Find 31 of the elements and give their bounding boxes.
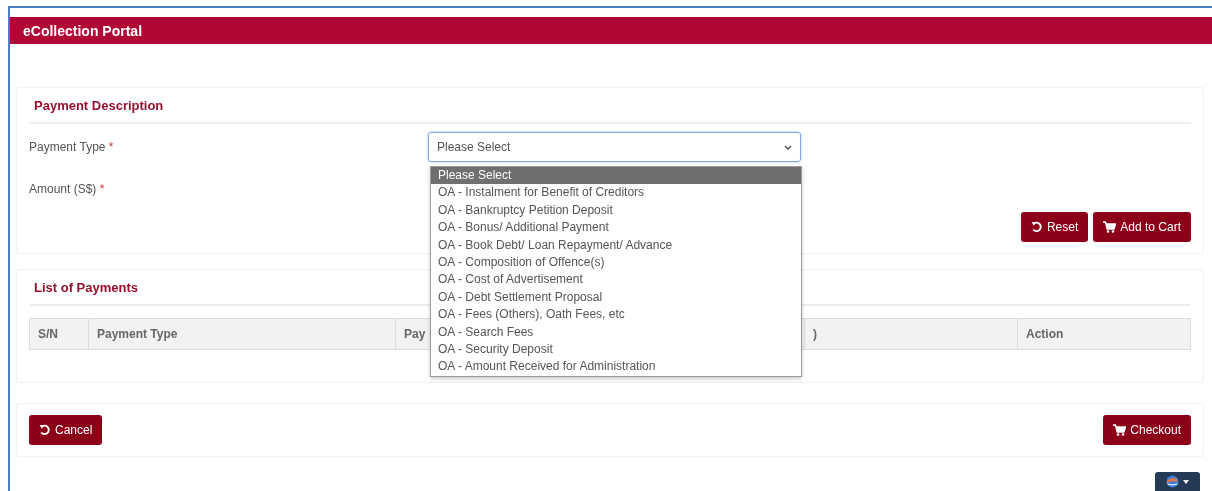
undo-icon — [1030, 221, 1043, 233]
field-label: Amount (S$) * — [29, 182, 106, 196]
cart-button[interactable]: Checkout — [1103, 415, 1191, 445]
cart-icon — [1103, 221, 1117, 233]
language-button[interactable] — [1155, 472, 1200, 491]
column-header: Action — [1017, 318, 1191, 350]
cart-icon — [1113, 424, 1127, 436]
column-header: S/N — [29, 318, 89, 350]
cart-button[interactable]: Add to Cart — [1093, 212, 1191, 242]
caret-icon — [1183, 479, 1189, 484]
field-label: Payment Type * — [29, 140, 115, 154]
column-header: Payment Type — [88, 318, 396, 350]
dropdown-option[interactable]: OA - Cost of Advertisement — [431, 271, 801, 289]
reset-button[interactable]: Reset — [1020, 212, 1089, 242]
dropdown-option[interactable]: OA - Debt Settlement Proposal — [431, 288, 801, 307]
dropdown-option[interactable]: OA - Search Fees — [431, 323, 801, 341]
dropdown-option[interactable]: OA - Bonus/ Additional Payment — [431, 219, 801, 237]
reset-button[interactable]: Cancel — [29, 415, 103, 445]
dropdown-option[interactable]: OA - Instalment for Benefit of Creditors — [431, 184, 801, 202]
chevron-down-icon — [784, 144, 792, 150]
undo-icon — [39, 424, 51, 436]
dropdown-option[interactable]: OA - Composition of Offence(s) — [431, 253, 801, 272]
dropdown-option[interactable]: OA - Book Debt/ Loan Repayment/ Advance — [431, 236, 801, 254]
dropdown-option[interactable]: OA - Bankruptcy Petition Deposit — [431, 201, 801, 220]
section-title: List of Payments — [34, 280, 139, 295]
portal-title: eCollection Portal — [23, 22, 143, 39]
section-title: Payment Description — [34, 98, 164, 113]
column-header: ) — [804, 318, 1018, 350]
globe-icon — [1166, 475, 1179, 488]
dropdown-option[interactable]: OA - Amount Received for Administration — [431, 358, 801, 376]
dropdown-option[interactable]: Please Select — [431, 167, 801, 185]
